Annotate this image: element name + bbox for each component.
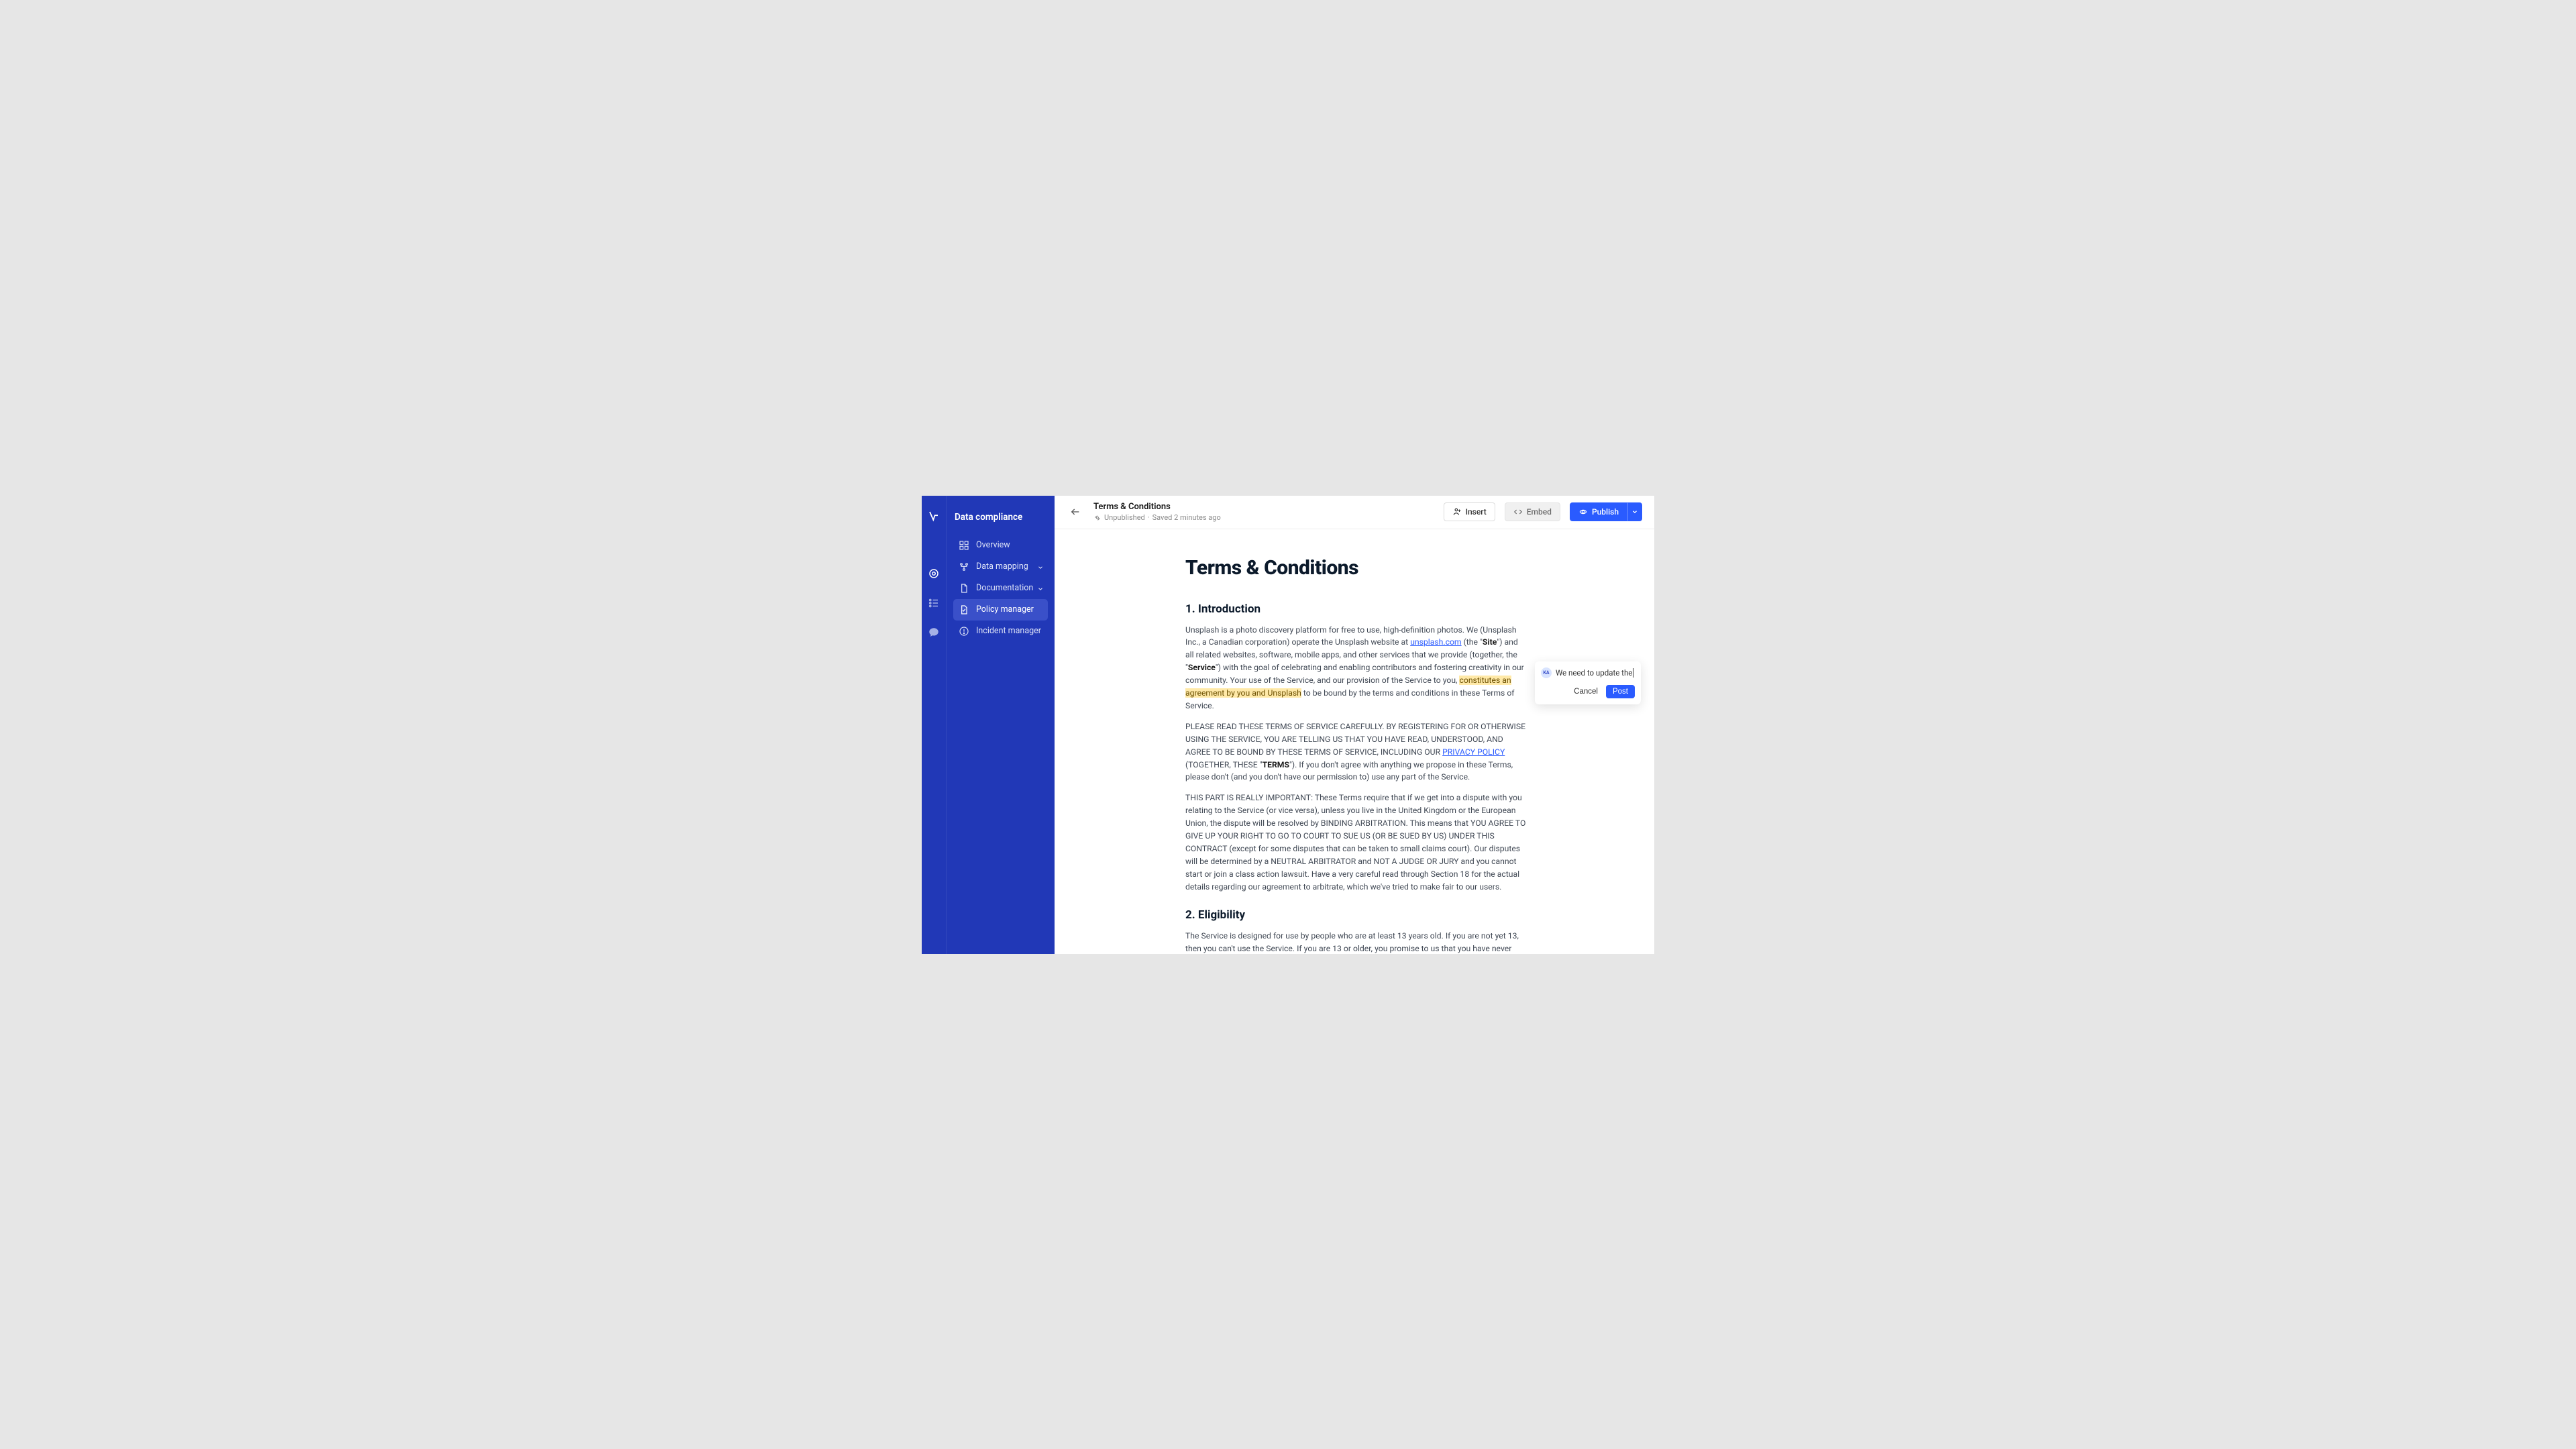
avatar: KA: [1541, 667, 1552, 678]
sidebar-item-label: Policy manager: [976, 604, 1034, 614]
incident-manager-icon: [959, 626, 969, 637]
chevron-down-icon: [1037, 564, 1044, 570]
list-icon[interactable]: [927, 596, 941, 610]
documentation-icon: [959, 583, 969, 594]
chevron-down-icon: [1037, 585, 1044, 592]
main-area: Terms & Conditions Unpublished · Saved 2…: [1055, 496, 1654, 954]
document-scroll[interactable]: Terms & Conditions 1. Introduction Unspl…: [1055, 529, 1654, 954]
status-label: Unpublished: [1104, 513, 1145, 522]
paragraph: THIS PART IS REALLY IMPORTANT: These Ter…: [1185, 792, 1527, 893]
paragraph: Unsplash is a photo discovery platform f…: [1185, 624, 1527, 712]
sidebar-item-label: Documentation: [976, 583, 1033, 593]
publish-label: Publish: [1592, 507, 1619, 517]
embed-button[interactable]: Embed: [1505, 502, 1560, 521]
publish-button-group: Publish: [1570, 502, 1642, 521]
app-window: Data compliance Overview Data mapping: [922, 496, 1654, 954]
brand-logo-icon[interactable]: [927, 509, 941, 523]
sidebar-item-label: Data mapping: [976, 561, 1028, 572]
insert-icon: [1452, 507, 1462, 517]
comment-popover: KA We need to update the Cancel Post: [1535, 661, 1641, 704]
policy-manager-icon: [959, 604, 969, 615]
comment-input[interactable]: We need to update the: [1556, 668, 1633, 678]
data-mapping-icon: [959, 561, 969, 572]
section-heading: 1. Introduction: [1185, 602, 1527, 616]
unpublished-icon: [1093, 514, 1102, 522]
sidebar-item-policy-manager[interactable]: Policy manager: [953, 599, 1048, 621]
sidebar-item-incident-manager[interactable]: Incident manager: [953, 621, 1048, 642]
embed-icon: [1513, 507, 1523, 517]
page-title: Terms & Conditions: [1093, 502, 1221, 512]
cancel-button[interactable]: Cancel: [1571, 685, 1601, 698]
insert-button[interactable]: Insert: [1444, 502, 1495, 521]
document-title: Terms & Conditions: [1185, 556, 1527, 580]
section-heading: 2. Eligibility: [1185, 908, 1527, 922]
topbar: Terms & Conditions Unpublished · Saved 2…: [1055, 496, 1654, 529]
publish-icon: [1578, 507, 1588, 517]
overview-icon: [959, 540, 969, 551]
target-icon[interactable]: [927, 567, 941, 580]
page-status: Unpublished · Saved 2 minutes ago: [1093, 513, 1221, 522]
publish-menu-button[interactable]: [1627, 502, 1642, 521]
back-button[interactable]: [1067, 503, 1084, 521]
paragraph: The Service is designed for use by peopl…: [1185, 930, 1527, 954]
paragraph: PLEASE READ THESE TERMS OF SERVICE CAREF…: [1185, 720, 1527, 784]
sidebar-title: Data compliance: [953, 509, 1048, 535]
sidebar-item-overview[interactable]: Overview: [953, 535, 1048, 556]
saved-label: Saved 2 minutes ago: [1152, 513, 1221, 522]
publish-button[interactable]: Publish: [1570, 502, 1627, 521]
embed-label: Embed: [1527, 507, 1552, 517]
chat-icon[interactable]: [927, 626, 941, 639]
sidebar-item-documentation[interactable]: Documentation: [953, 578, 1048, 599]
breadcrumb: Terms & Conditions Unpublished · Saved 2…: [1093, 502, 1221, 522]
link-unsplash[interactable]: unsplash.com: [1410, 637, 1461, 647]
link-privacy-policy[interactable]: PRIVACY POLICY: [1442, 747, 1505, 757]
icon-rail: [922, 496, 946, 954]
sidebar-item-data-mapping[interactable]: Data mapping: [953, 556, 1048, 578]
sidebar-item-label: Incident manager: [976, 626, 1041, 636]
insert-label: Insert: [1466, 507, 1487, 517]
sidebar-item-label: Overview: [976, 540, 1010, 550]
sidebar: Data compliance Overview Data mapping: [946, 496, 1055, 954]
post-button[interactable]: Post: [1606, 685, 1635, 698]
document-content: Terms & Conditions 1. Introduction Unspl…: [1185, 556, 1527, 954]
